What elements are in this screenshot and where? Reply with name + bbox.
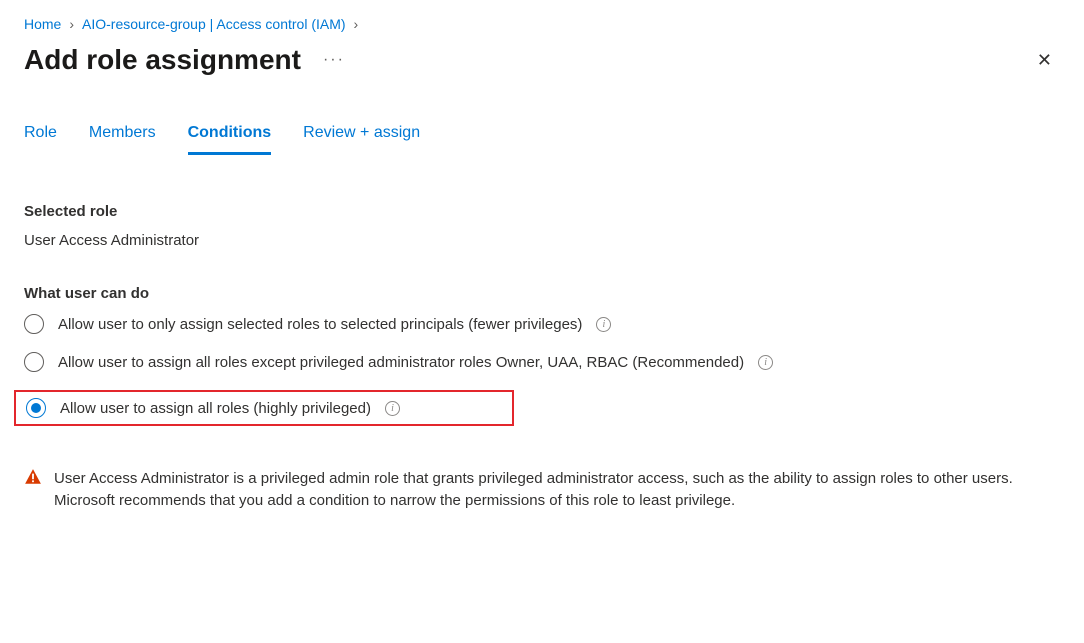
close-icon[interactable]: ✕ <box>1029 47 1060 73</box>
conditions-options: Allow user to only assign selected roles… <box>24 314 1060 426</box>
chevron-right-icon: › <box>354 16 359 32</box>
option-except-privileged[interactable]: Allow user to assign all roles except pr… <box>24 352 1060 372</box>
tabs: Role Members Conditions Review + assign <box>24 124 1060 155</box>
page-title: Add role assignment <box>24 44 301 76</box>
warning-text: User Access Administrator is a privilege… <box>54 468 1054 512</box>
selected-role-label: Selected role <box>24 203 1060 220</box>
option-all-roles[interactable]: Allow user to assign all roles (highly p… <box>14 390 514 426</box>
breadcrumb-home[interactable]: Home <box>24 16 61 32</box>
radio-all-roles[interactable] <box>26 398 46 418</box>
option-label: Allow user to only assign selected roles… <box>58 316 582 333</box>
option-fewer-privileges[interactable]: Allow user to only assign selected roles… <box>24 314 1060 334</box>
what-user-can-do-label: What user can do <box>24 285 1060 302</box>
tab-role[interactable]: Role <box>24 124 57 155</box>
warning-icon <box>24 468 42 486</box>
option-label: Allow user to assign all roles (highly p… <box>60 400 371 417</box>
breadcrumb: Home › AIO-resource-group | Access contr… <box>24 16 1060 32</box>
more-actions-button[interactable]: ··· <box>317 51 351 69</box>
tab-members[interactable]: Members <box>89 124 156 155</box>
radio-except-privileged[interactable] <box>24 352 44 372</box>
info-icon[interactable]: i <box>758 355 773 370</box>
chevron-right-icon: › <box>69 16 74 32</box>
selected-role-value: User Access Administrator <box>24 232 1060 249</box>
info-icon[interactable]: i <box>385 401 400 416</box>
info-icon[interactable]: i <box>596 317 611 332</box>
tab-review-assign[interactable]: Review + assign <box>303 124 420 155</box>
option-label: Allow user to assign all roles except pr… <box>58 354 744 371</box>
tab-conditions[interactable]: Conditions <box>188 124 272 155</box>
radio-fewer-privileges[interactable] <box>24 314 44 334</box>
privileged-role-warning: User Access Administrator is a privilege… <box>24 468 1060 512</box>
breadcrumb-resource-group[interactable]: AIO-resource-group | Access control (IAM… <box>82 16 346 32</box>
title-row: Add role assignment ··· ✕ <box>24 44 1060 76</box>
